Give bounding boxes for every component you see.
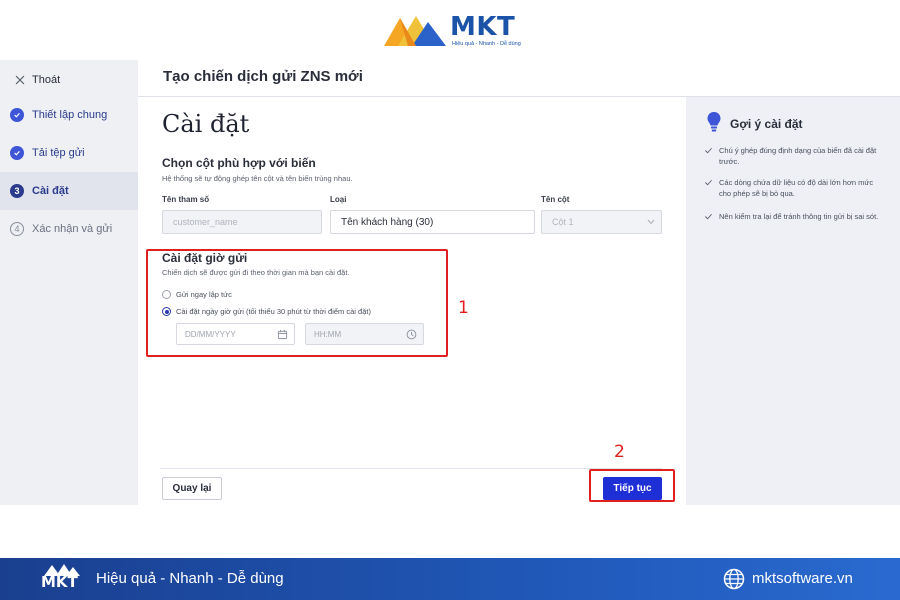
mkt-logo-tagline: Hiệu quả - Nhanh - Dễ dùng [452,41,521,47]
mkt-logo: MKT Hiệu quả - Nhanh - Dễ dùng [382,10,522,50]
column-name-label: Tên cột [541,195,570,204]
sidebar-step-settings[interactable]: 3 Cài đặt [0,172,138,210]
page-header-title: Tạo chiến dịch gửi ZNS mới [163,68,363,85]
radio-checked-icon [162,307,171,316]
sidebar-step-confirm[interactable]: 4 Xác nhận và gửi [0,210,138,248]
check-icon [705,147,712,154]
step-label: Cài đặt [32,185,69,197]
annotation-number-1: 1 [458,298,469,318]
footer-banner: MKT Hiệu quả - Nhanh - Dễ dùng mktsoftwa… [0,558,900,600]
mkt-logo-text: MKT [450,12,516,42]
schedule-section-title: Cài đặt giờ gửi [162,251,248,265]
type-field: Tên khách hàng (30) [330,210,535,234]
globe-icon [723,568,745,590]
page: MKT Hiệu quả - Nhanh - Dễ dùng Thoát Thi… [0,0,900,600]
type-label: Loại [330,195,347,204]
calendar-icon [277,329,288,340]
mkt-logo-mark-icon [384,16,446,46]
sidebar-step-upload[interactable]: Tải tệp gửi [0,134,138,172]
sidebar-step-general[interactable]: Thiết lập chung [0,96,138,134]
tips-panel: Gợi ý cài đặt Chú ý ghép đúng định dạng … [686,97,900,505]
radio-unchecked-icon [162,290,171,299]
step-number-badge: 3 [10,184,24,198]
step-label: Thiết lập chung [32,109,108,121]
param-name-field: customer_name [162,210,322,234]
lightbulb-icon [707,112,721,132]
check-icon [705,179,712,186]
tips-title: Gợi ý cài đặt [730,117,803,131]
clock-icon [406,329,417,340]
back-button[interactable]: Quay lại [162,477,222,500]
column-select[interactable]: Cột 1 [541,210,662,234]
schedule-radio[interactable]: Cài đặt ngày giờ gửi (tối thiểu 30 phút … [162,307,371,316]
step-number-badge: 4 [10,222,24,236]
footer-divider [160,468,662,469]
tip-text: Chú ý ghép đúng định dạng của biến đã cà… [719,146,877,166]
tip-item: Chú ý ghép đúng định dạng của biến đã cà… [704,145,884,167]
tip-item: Các dòng chứa dữ liệu có độ dài lớn hơn … [704,177,884,199]
time-placeholder: HH:MM [314,329,342,339]
step-label: Tải tệp gửi [32,147,85,159]
check-circle-icon [10,146,24,160]
page-title: Cài đặt [162,110,250,138]
schedule-label: Cài đặt ngày giờ gửi (tối thiểu 30 phút … [176,307,371,316]
close-icon [15,75,25,85]
chevron-down-icon [647,219,655,225]
column-select-value: Cột 1 [552,217,574,227]
date-input[interactable]: DD/MM/YYYY [176,323,295,345]
tip-item: Nên kiểm tra lại để tránh thông tin gửi … [704,211,884,222]
time-input[interactable]: HH:MM [305,323,424,345]
sidebar: Thoát Thiết lập chung Tải tệp gửi 3 Cài … [0,60,138,505]
tip-text: Các dòng chứa dữ liệu có độ dài lớn hơn … [719,178,874,198]
mkt-banner-logo-text: MKT [41,573,78,591]
annotation-number-2: 2 [614,442,625,462]
schedule-section-description: Chiến dịch sẽ được gửi đi theo thời gian… [162,268,350,277]
tip-text: Nên kiểm tra lại để tránh thông tin gửi … [719,212,879,221]
banner-slogan: Hiệu quả - Nhanh - Dễ dùng [96,570,284,587]
exit-button[interactable]: Thoát [14,70,60,90]
banner-website: mktsoftware.vn [752,570,853,587]
continue-button[interactable]: Tiếp tục [603,477,662,500]
mapping-section-title: Chọn cột phù hợp với biến [162,156,316,170]
mapping-section-description: Hệ thống sẽ tự động ghép tên cột và tên … [162,174,353,183]
check-icon [705,213,712,220]
exit-label: Thoát [32,74,61,86]
send-now-radio[interactable]: Gửi ngay lập tức [162,290,232,299]
check-circle-icon [10,108,24,122]
param-name-label: Tên tham số [162,195,210,204]
date-placeholder: DD/MM/YYYY [185,329,236,339]
step-label: Xác nhận và gửi [32,223,113,235]
send-now-label: Gửi ngay lập tức [176,290,232,299]
